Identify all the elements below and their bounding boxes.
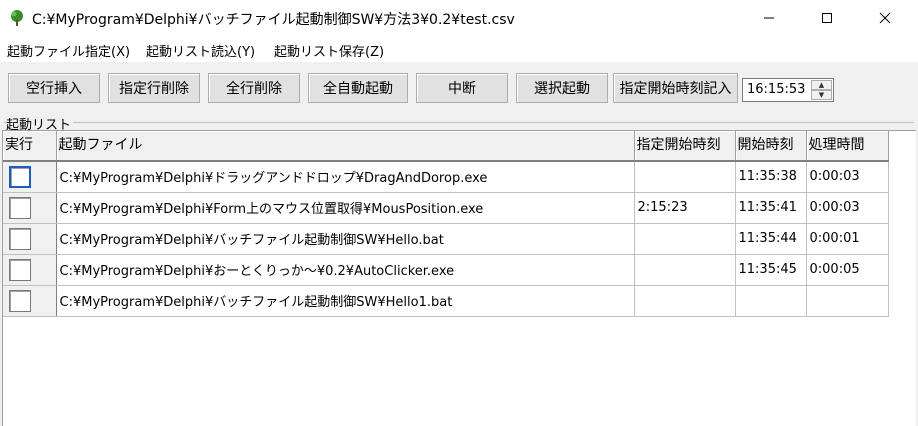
column-header-start-time[interactable]: 開始時刻 — [735, 131, 807, 162]
exec-cell — [3, 161, 57, 193]
column-header-specified-time[interactable]: 指定開始時刻 — [634, 131, 736, 162]
maximize-button[interactable] — [804, 0, 850, 36]
start-time-cell[interactable]: 11:35:41 — [735, 192, 807, 224]
spin-down-icon[interactable]: ▼ — [811, 90, 832, 100]
specified-time-cell[interactable] — [634, 161, 736, 193]
close-icon — [879, 12, 891, 24]
grid-table: 実行 起動ファイル 指定開始時刻 開始時刻 処理時間 C:¥MyProgram¥… — [3, 131, 889, 317]
file-cell[interactable]: C:¥MyProgram¥Delphi¥Form上のマウス位置取得¥MousPo… — [56, 192, 635, 224]
duration-cell[interactable]: 0:00:05 — [806, 254, 889, 286]
file-cell[interactable]: C:¥MyProgram¥Delphi¥おーとくりっか～¥0.2¥AutoCli… — [56, 254, 635, 286]
spin-buttons: ▲ ▼ — [811, 80, 832, 100]
duration-cell[interactable]: 0:00:03 — [806, 161, 889, 193]
duration-cell[interactable]: 0:00:03 — [806, 192, 889, 224]
specified-time-cell[interactable]: 2:15:23 — [634, 192, 736, 224]
specified-time-cell[interactable] — [634, 285, 736, 317]
file-cell[interactable]: C:¥MyProgram¥Delphi¥ドラッグアンドドロップ¥DragAndD… — [56, 161, 635, 193]
launch-list-group: 起動リスト 実行 起動ファイル 指定開始時刻 開始時刻 処理時間 C:¥MyPr… — [0, 114, 918, 426]
exec-cell — [3, 223, 57, 255]
close-button[interactable] — [862, 0, 908, 36]
specified-time-cell[interactable] — [634, 254, 736, 286]
table-row[interactable]: C:¥MyProgram¥Delphi¥Form上のマウス位置取得¥MousPo… — [3, 192, 889, 224]
grid-header-row: 実行 起動ファイル 指定開始時刻 開始時刻 処理時間 — [3, 131, 889, 162]
spin-up-icon[interactable]: ▲ — [811, 80, 832, 90]
menu-bar: 起動ファイル指定(X) 起動リスト読込(Y) 起動リスト保存(Z) — [0, 37, 918, 61]
exec-checkbox[interactable] — [9, 165, 31, 188]
insert-blank-row-button[interactable]: 空行挿入 — [8, 73, 100, 103]
maximize-icon — [822, 13, 832, 23]
start-time-cell[interactable]: 11:35:44 — [735, 223, 807, 255]
table-row[interactable]: C:¥MyProgram¥Delphi¥ドラッグアンドドロップ¥DragAndD… — [3, 161, 889, 193]
duration-cell[interactable]: 0:00:01 — [806, 223, 889, 255]
start-selected-button[interactable]: 選択起動 — [516, 73, 608, 103]
start-time-cell[interactable]: 11:35:45 — [735, 254, 807, 286]
menu-load-list[interactable]: 起動リスト読込(Y) — [146, 41, 255, 60]
window-title: C:¥MyProgram¥Delphi¥バッチファイル起動制御SW¥方法3¥0.… — [32, 12, 515, 28]
minimize-icon — [764, 17, 774, 19]
table-row[interactable]: C:¥MyProgram¥Delphi¥おーとくりっか～¥0.2¥AutoCli… — [3, 254, 889, 286]
file-cell[interactable]: C:¥MyProgram¥Delphi¥バッチファイル起動制御SW¥Hello.… — [56, 223, 635, 255]
exec-checkbox[interactable] — [9, 196, 31, 219]
exec-checkbox[interactable] — [9, 289, 31, 312]
specified-time-cell[interactable] — [634, 223, 736, 255]
column-header-file[interactable]: 起動ファイル — [56, 131, 635, 162]
file-cell[interactable]: C:¥MyProgram¥Delphi¥バッチファイル起動制御SW¥Hello1… — [56, 285, 635, 317]
start-time-cell[interactable] — [735, 285, 807, 317]
column-header-duration[interactable]: 処理時間 — [806, 131, 889, 162]
delete-all-rows-button[interactable]: 全行削除 — [208, 73, 300, 103]
group-border — [4, 122, 914, 123]
table-row[interactable]: C:¥MyProgram¥Delphi¥バッチファイル起動制御SW¥Hello1… — [3, 285, 889, 317]
title-bar: C:¥MyProgram¥Delphi¥バッチファイル起動制御SW¥方法3¥0.… — [0, 0, 918, 36]
write-start-time-button[interactable]: 指定開始時刻記入 — [613, 73, 738, 103]
menu-save-list[interactable]: 起動リスト保存(Z) — [274, 41, 384, 60]
tree-app-icon — [11, 10, 23, 26]
exec-cell — [3, 285, 57, 317]
auto-start-all-button[interactable]: 全自動起動 — [308, 73, 408, 103]
toolbar: 空行挿入 指定行削除 全行削除 全自動起動 中断 選択起動 指定開始時刻記入 1… — [0, 62, 918, 114]
abort-button[interactable]: 中断 — [416, 73, 508, 103]
menu-select-file[interactable]: 起動ファイル指定(X) — [7, 41, 130, 60]
exec-checkbox[interactable] — [9, 227, 31, 250]
minimize-button[interactable] — [746, 0, 792, 36]
exec-cell — [3, 192, 57, 224]
column-header-exec[interactable]: 実行 — [3, 131, 57, 162]
start-time-cell[interactable]: 11:35:38 — [735, 161, 807, 193]
exec-checkbox[interactable] — [9, 258, 31, 281]
launch-list-grid[interactable]: 実行 起動ファイル 指定開始時刻 開始時刻 処理時間 C:¥MyProgram¥… — [2, 130, 916, 426]
table-row[interactable]: C:¥MyProgram¥Delphi¥バッチファイル起動制御SW¥Hello.… — [3, 223, 889, 255]
exec-cell — [3, 254, 57, 286]
time-spin-input[interactable]: 16:15:53 ▲ ▼ — [742, 78, 834, 102]
time-value[interactable]: 16:15:53 — [747, 82, 805, 97]
duration-cell[interactable] — [806, 285, 889, 317]
delete-selected-row-button[interactable]: 指定行削除 — [108, 73, 200, 103]
